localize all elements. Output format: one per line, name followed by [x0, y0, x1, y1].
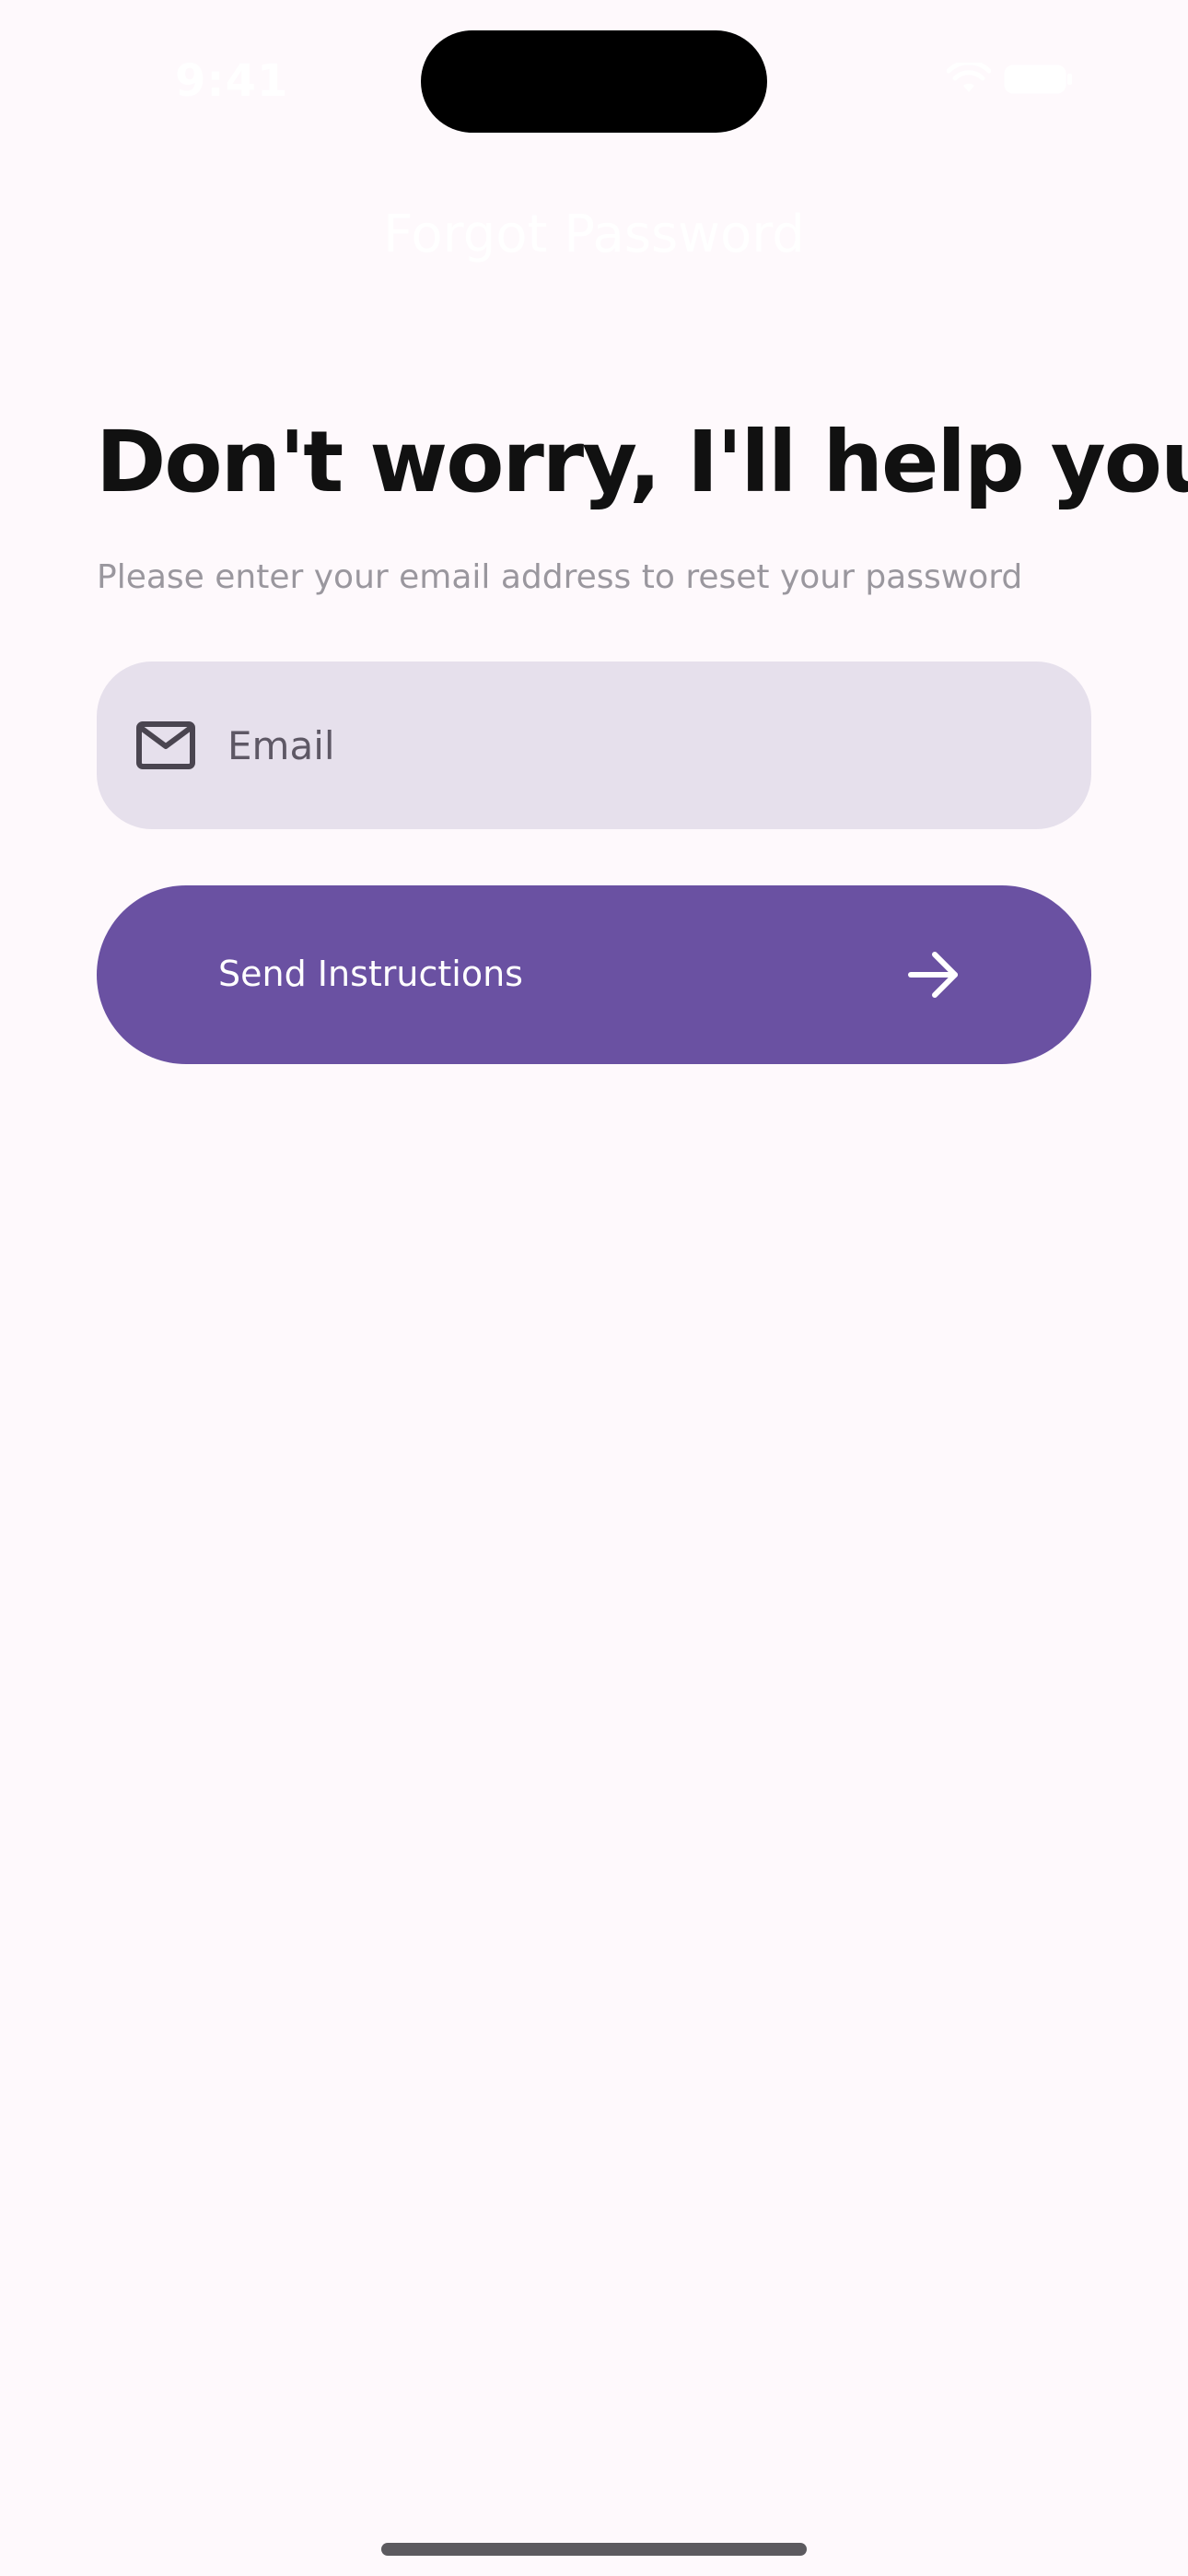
home-indicator: [381, 2543, 807, 2556]
wifi-icon: [947, 63, 991, 96]
status-bar: 9:41: [0, 0, 1188, 138]
mail-icon: [135, 720, 196, 774]
subtitle: Please enter your email address to reset…: [97, 558, 1023, 596]
page-title: Forgot Password: [383, 205, 805, 264]
send-instructions-button[interactable]: Send Instructions: [97, 885, 1091, 1064]
status-time: 9:41: [175, 55, 289, 107]
dynamic-island: [421, 30, 767, 133]
send-instructions-label: Send Instructions: [218, 954, 523, 994]
email-field[interactable]: [97, 662, 1091, 829]
email-input[interactable]: [227, 706, 1056, 785]
arrow-right-icon: [907, 950, 961, 1002]
battery-icon: [1004, 63, 1074, 96]
status-icons: [947, 63, 1074, 96]
headline: Don't worry, I'll help you: [96, 413, 1188, 511]
